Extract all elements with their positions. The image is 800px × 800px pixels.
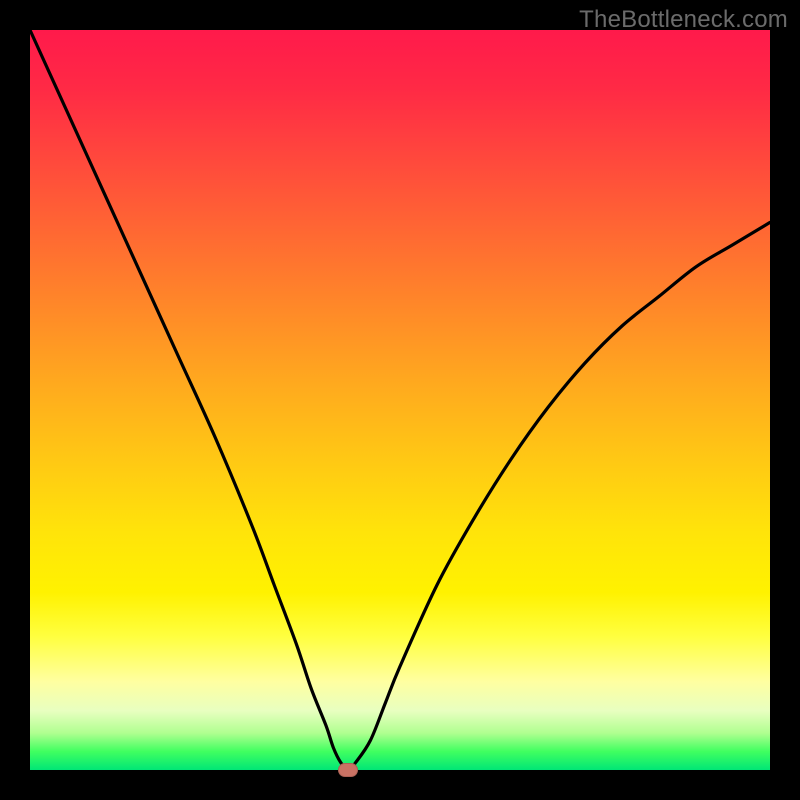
plot-area — [30, 30, 770, 770]
chart-frame: TheBottleneck.com — [0, 0, 800, 800]
optimum-marker — [338, 763, 358, 777]
bottleneck-curve — [30, 30, 770, 770]
